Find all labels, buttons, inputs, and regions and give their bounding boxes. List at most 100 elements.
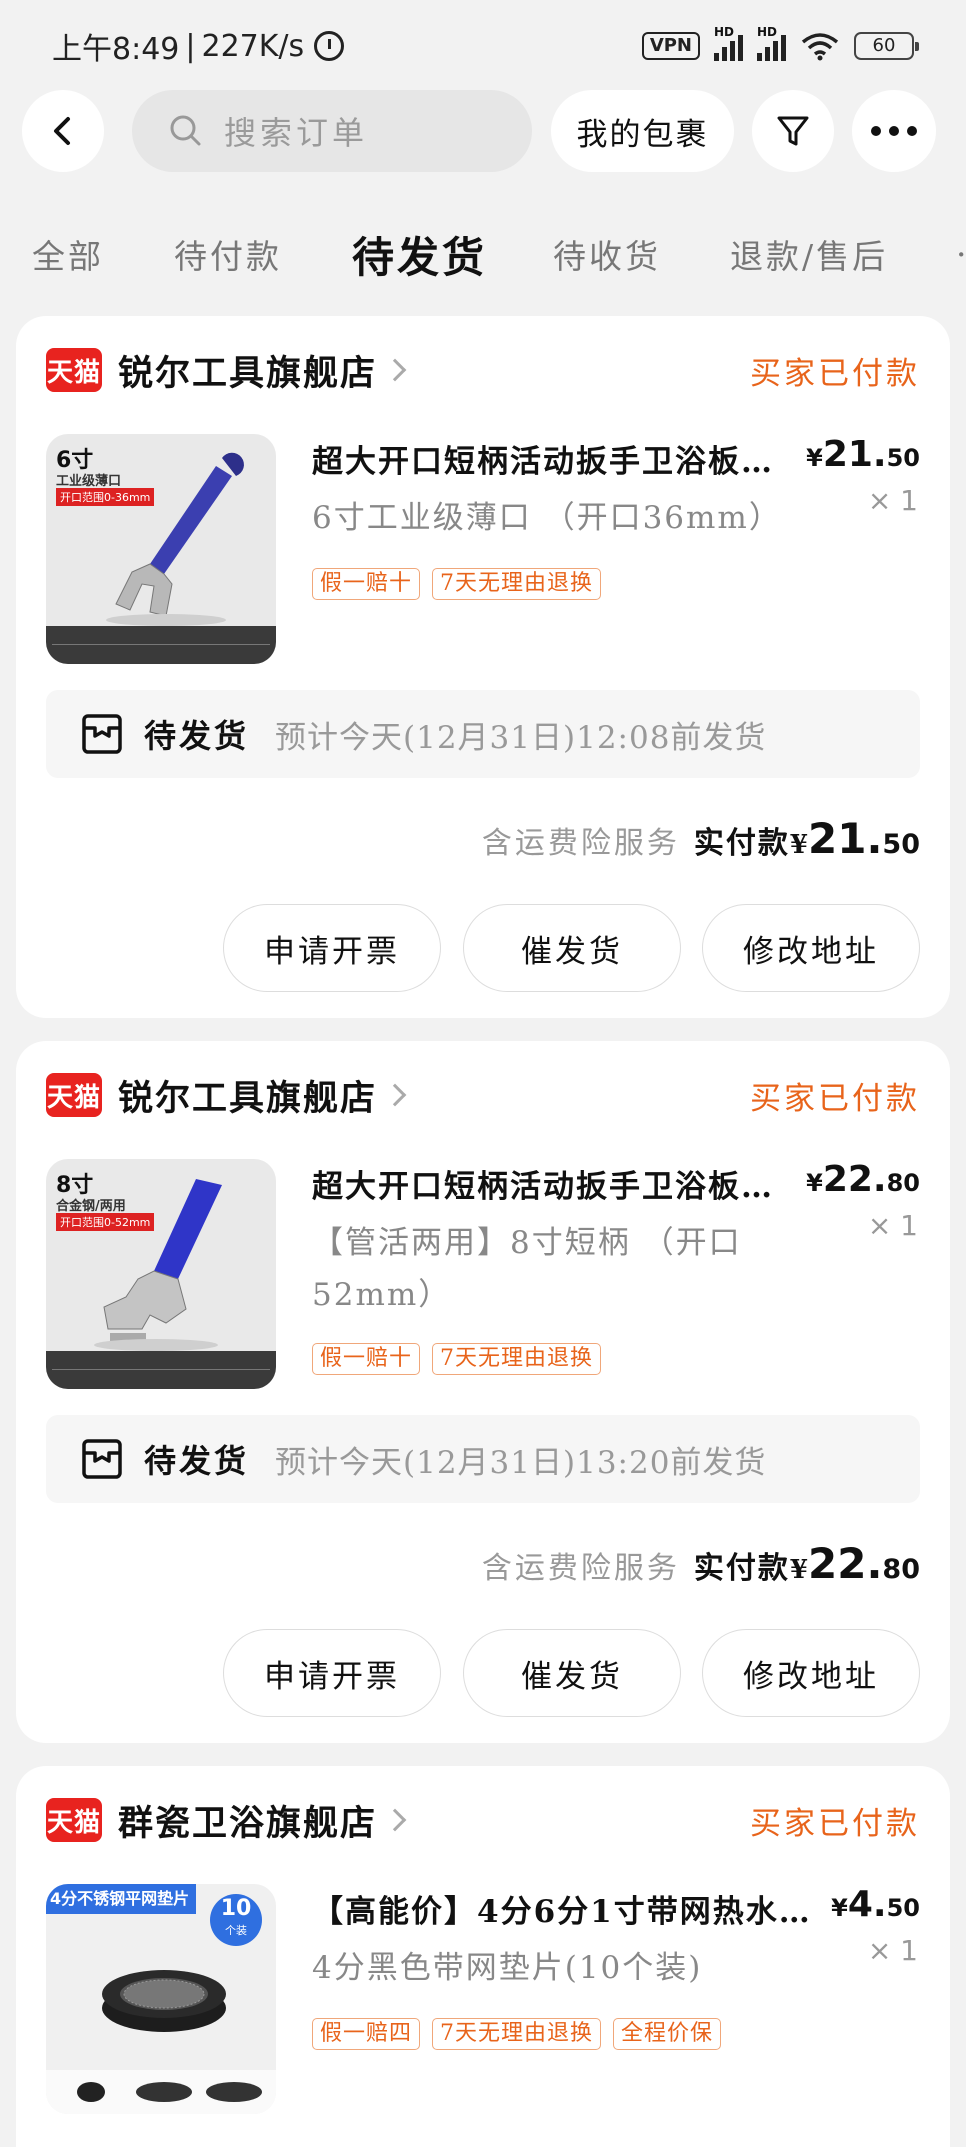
shop-name[interactable]: 锐尔工具旗舰店 <box>118 345 377 396</box>
signal-icon-2: HD <box>757 25 786 61</box>
paid-amount-dec: 50 <box>882 829 920 860</box>
service-tags: 假一赔四 7天无理由退换 全程价保 <box>312 2018 722 2050</box>
service-tag: 假一赔十 <box>312 568 421 600</box>
tmall-logo: 天猫 <box>46 1073 102 1117</box>
more-button[interactable] <box>852 90 936 172</box>
paid-amount-dec: 80 <box>882 1554 920 1585</box>
product-title[interactable]: 超大开口短柄活动扳手卫浴板… <box>312 1161 812 1206</box>
service-tag: 7天无理由退换 <box>432 2018 602 2050</box>
spec-bar <box>46 1351 276 1389</box>
shipping-info[interactable]: 待发货 预计今天(12月31日)12:08前发货 <box>46 690 920 778</box>
order-status: 买家已付款 <box>750 1080 920 1117</box>
tab-pending-receipt[interactable]: 待收货 <box>553 230 661 278</box>
vpn-badge: VPN <box>641 32 700 60</box>
service-tags: 假一赔十 7天无理由退换 <box>312 1343 602 1375</box>
tab-all[interactable]: 全部 <box>32 230 104 278</box>
payment-summary: 含运费险服务 实付款 ¥21. 50 <box>482 814 920 863</box>
wifi-icon <box>801 33 839 61</box>
service-tags: 假一赔十 7天无理由退换 <box>312 568 602 600</box>
order-status: 买家已付款 <box>750 1805 920 1842</box>
search-input[interactable]: 搜索订单 <box>132 90 532 172</box>
filter-button[interactable] <box>752 90 834 172</box>
product-image[interactable]: 6寸 工业级薄口 开口范围0-36mm <box>46 434 276 664</box>
urge-shipping-button[interactable]: 催发货 <box>463 1629 681 1717</box>
shop-row[interactable]: 天猫 群瓷卫浴旗舰店 买家已付款 <box>46 1792 920 1848</box>
product-image[interactable]: 4分不锈钢平网垫片 10 个装 <box>46 1884 276 2114</box>
product-sku: 【管活两用】8寸短柄 （开口52mm） <box>312 1225 742 1313</box>
paid-currency: ¥ <box>789 1555 809 1585</box>
paid-currency: ¥ <box>789 830 809 860</box>
insurance-note: 含运费险服务 <box>481 826 680 861</box>
urge-shipping-button[interactable]: 催发货 <box>463 904 681 992</box>
back-arrow-icon <box>54 117 70 145</box>
product-sku: 4分黑色带网垫片(10个装) <box>312 1950 703 1986</box>
package-icon <box>82 714 122 754</box>
paid-amount-int: 21. <box>808 814 883 863</box>
service-tag: 7天无理由退换 <box>432 1343 602 1375</box>
request-invoice-button[interactable]: 申请开票 <box>223 1629 441 1717</box>
tab-refund-aftersale[interactable]: 退款/售后 <box>730 230 888 278</box>
tab-pending-shipment[interactable]: 待发货 <box>352 224 487 285</box>
tab-overflow[interactable]: · <box>956 235 966 274</box>
payment-summary: 含运费险服务 实付款 ¥22. 80 <box>482 1539 920 1588</box>
unit-price: ¥4. 50 <box>831 1884 920 1925</box>
signal-icon-1: HD <box>714 25 743 61</box>
change-address-button[interactable]: 修改地址 <box>702 904 920 992</box>
top-header: 搜索订单 我的包裹 <box>0 88 966 174</box>
package-icon <box>82 1439 122 1479</box>
paid-amount-int: 22. <box>808 1539 883 1588</box>
service-tag: 假一赔十 <box>312 1343 421 1375</box>
shipping-estimate: 预计今天(12月31日)13:20前发货 <box>275 1444 767 1481</box>
product-sku: 6寸工业级薄口 （开口36mm） <box>312 500 782 536</box>
insurance-note: 含运费险服务 <box>481 1551 680 1586</box>
battery-indicator: 60 <box>854 32 919 60</box>
gasket-illustration <box>46 1970 276 2114</box>
request-invoice-button[interactable]: 申请开票 <box>223 904 441 992</box>
quantity: × 1 <box>867 484 918 517</box>
order-card[interactable]: 天猫 群瓷卫浴旗舰店 买家已付款 4分不锈钢平网垫片 10 个装 【高能价】4分… <box>16 1766 950 2147</box>
product-image[interactable]: 8寸 合金钢/两用 开口范围0-52mm <box>46 1159 276 1389</box>
shipping-info[interactable]: 待发货 预计今天(12月31日)13:20前发货 <box>46 1415 920 1503</box>
service-tag: 假一赔四 <box>312 2018 421 2050</box>
service-tag: 全程价保 <box>613 2018 722 2050</box>
change-address-button[interactable]: 修改地址 <box>702 1629 920 1717</box>
order-tabs: 全部 待付款 待发货 待收货 退款/售后 · <box>0 214 966 294</box>
separator: | <box>185 28 196 64</box>
paid-label: 实付款 <box>693 1551 790 1586</box>
status-right: VPN HD HD 60 <box>641 25 919 61</box>
shop-name[interactable]: 锐尔工具旗舰店 <box>118 1070 377 1121</box>
filter-icon <box>777 116 809 146</box>
shop-name[interactable]: 群瓷卫浴旗舰店 <box>118 1795 377 1846</box>
network-speed: 227K/s <box>201 28 305 64</box>
clock: 上午8:49 <box>52 32 180 67</box>
shipping-estimate: 预计今天(12月31日)12:08前发货 <box>275 719 767 756</box>
chevron-right-icon <box>383 358 407 382</box>
status-left: 上午8:49 | 227K/s <box>52 24 345 68</box>
quantity: × 1 <box>867 1209 918 1242</box>
tab-pending-payment[interactable]: 待付款 <box>174 230 282 278</box>
my-parcels-button[interactable]: 我的包裹 <box>551 90 734 172</box>
quantity: × 1 <box>867 1934 918 1967</box>
order-card[interactable]: 天猫 锐尔工具旗舰店 买家已付款 8寸 合金钢/两用 开口范围0-52mm 超大… <box>16 1041 950 1743</box>
spec-bar <box>46 626 276 664</box>
alarm-icon <box>314 31 345 61</box>
product-title[interactable]: 超大开口短柄活动扳手卫浴板… <box>312 436 812 481</box>
more-dots-icon <box>871 126 917 136</box>
status-bar: 上午8:49 | 227K/s VPN HD HD 60 <box>0 0 966 92</box>
tmall-logo: 天猫 <box>46 1798 102 1842</box>
order-card[interactable]: 天猫 锐尔工具旗舰店 买家已付款 6寸 工业级薄口 开口范围0-36mm 超大开… <box>16 316 950 1018</box>
tmall-logo: 天猫 <box>46 348 102 392</box>
shipping-status: 待发货 <box>144 1442 250 1480</box>
product-title[interactable]: 【高能价】4分6分1寸带网热水… <box>312 1886 812 1931</box>
shipping-status: 待发货 <box>144 717 250 755</box>
chevron-right-icon <box>383 1083 407 1107</box>
order-status: 买家已付款 <box>750 355 920 392</box>
back-button[interactable] <box>22 90 104 172</box>
paid-label: 实付款 <box>693 826 790 861</box>
search-placeholder: 搜索订单 <box>224 114 369 152</box>
unit-price: ¥22. 80 <box>806 1159 920 1200</box>
unit-price: ¥21. 50 <box>806 434 920 475</box>
shop-row[interactable]: 天猫 锐尔工具旗舰店 买家已付款 <box>46 1067 920 1123</box>
chevron-right-icon <box>383 1808 407 1832</box>
shop-row[interactable]: 天猫 锐尔工具旗舰店 买家已付款 <box>46 342 920 398</box>
